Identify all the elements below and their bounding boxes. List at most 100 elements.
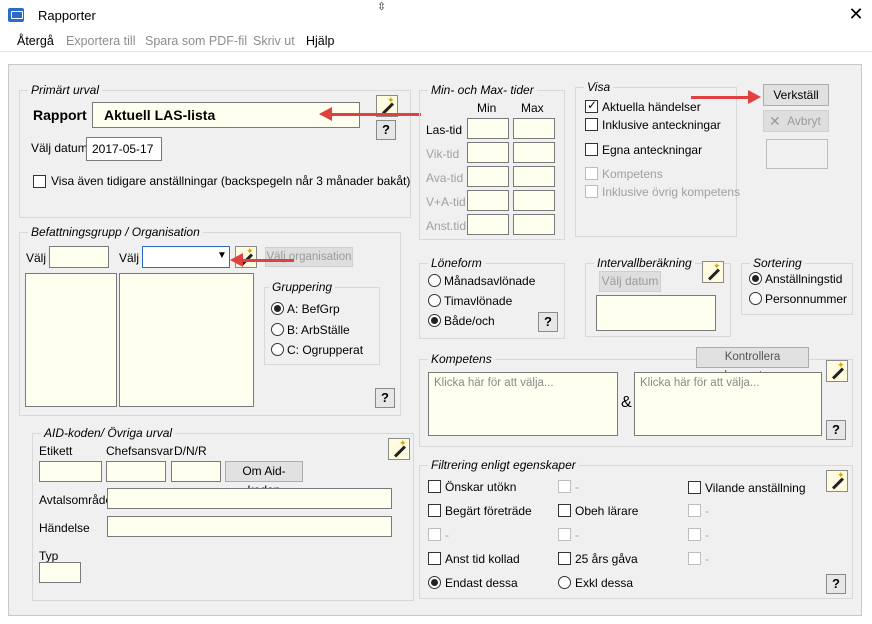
filter-checkbox[interactable] <box>688 481 701 494</box>
min-input[interactable] <box>467 118 509 139</box>
grouping-label: B: ArbStälle <box>287 323 350 337</box>
status-box <box>766 139 828 169</box>
max-input[interactable] <box>513 190 555 211</box>
sortering-radio[interactable] <box>749 272 762 285</box>
menu-atergaa[interactable]: Återgå <box>17 34 54 48</box>
cancel-button[interactable]: ✕ Avbryt <box>763 110 829 132</box>
intervall-input[interactable] <box>596 295 716 331</box>
org-button[interactable]: Välj organisation <box>265 247 353 267</box>
help-button[interactable]: ? <box>538 312 558 332</box>
help-button[interactable]: ? <box>826 574 846 594</box>
magic-wand-icon[interactable] <box>388 438 410 460</box>
filter-checkbox[interactable] <box>558 528 571 541</box>
sortering-radio[interactable] <box>749 292 762 305</box>
intervall-date-button[interactable]: Välj datum <box>599 271 661 292</box>
grouping-radio[interactable] <box>271 302 284 315</box>
filter-checkbox[interactable] <box>428 528 441 541</box>
typ-input[interactable] <box>39 562 81 583</box>
filter-checkbox[interactable] <box>558 504 571 517</box>
loneform-radio[interactable] <box>428 274 441 287</box>
handelse-input[interactable] <box>107 516 392 537</box>
close-icon[interactable]: ✕ <box>846 4 866 24</box>
max-input[interactable] <box>513 214 555 235</box>
chefsansvar-label: Chefsansvar <box>106 444 174 458</box>
grouping-radio[interactable] <box>271 323 284 336</box>
filter-radio-endast[interactable] <box>428 576 441 589</box>
date-label: Välj datum <box>31 141 88 155</box>
valj-label: Välj <box>119 251 140 265</box>
visa-checkbox[interactable] <box>585 118 598 131</box>
filter-radio-exkl[interactable] <box>558 576 571 589</box>
kompetens-field[interactable]: Klicka här för att välja... <box>634 372 822 436</box>
filter-checkbox[interactable] <box>558 480 571 493</box>
visa-checkbox[interactable] <box>585 98 598 113</box>
filter-checkbox[interactable] <box>688 528 701 541</box>
help-button[interactable]: ? <box>375 388 395 408</box>
org-list[interactable] <box>119 273 254 407</box>
grouping-radio[interactable] <box>271 343 284 356</box>
org-dropdown[interactable]: ▼ <box>142 246 230 268</box>
max-input[interactable] <box>513 118 555 139</box>
filter-label: - <box>705 528 709 542</box>
visa-checkbox[interactable] <box>585 167 598 180</box>
visa-label: Egna anteckningar <box>602 143 703 157</box>
check-kompetens-button[interactable]: Kontrollera kompetens <box>696 347 809 382</box>
etikett-input[interactable] <box>39 461 102 482</box>
magic-wand-icon[interactable] <box>826 470 848 492</box>
date-value: 2017-05-17 <box>92 142 154 156</box>
filter-label: - <box>705 504 709 518</box>
chefsansvar-input[interactable] <box>106 461 166 482</box>
filter-label: Önskar utökn <box>445 480 517 494</box>
filter-label: - <box>445 528 449 542</box>
filter-checkbox[interactable] <box>428 552 441 565</box>
sortering-label: Anställningstid <box>765 272 843 286</box>
help-button[interactable]: ? <box>376 120 396 140</box>
filter-checkbox[interactable] <box>688 552 701 565</box>
min-input[interactable] <box>467 166 509 187</box>
help-button[interactable]: ? <box>826 420 846 440</box>
apply-button[interactable]: Verkställ <box>763 84 829 106</box>
menu-hjalp[interactable]: Hjälp <box>306 34 335 48</box>
app-icon <box>8 8 24 22</box>
dnr-input[interactable] <box>171 461 221 482</box>
grouping-title: Gruppering <box>269 280 336 294</box>
annotation-arrow <box>691 90 761 104</box>
history-checkbox[interactable] <box>33 175 46 188</box>
min-input[interactable] <box>467 190 509 211</box>
filter-label: Begärt företräde <box>445 504 532 518</box>
typ-label: Typ <box>39 549 59 563</box>
min-input[interactable] <box>467 142 509 163</box>
menu-spara-pdf[interactable]: Spara som PDF-fil <box>145 34 247 48</box>
visa-label: Inklusive anteckningar <box>602 118 721 132</box>
grouping-group: Gruppering A: BefGrp B: ArbStälle C: Ogr… <box>264 280 380 365</box>
aid-info-button[interactable]: Om Aid-koden <box>225 461 303 497</box>
amp-separator: & <box>621 394 632 411</box>
filter-checkbox[interactable] <box>688 504 701 517</box>
max-input[interactable] <box>513 166 555 187</box>
grouping-label: A: BefGrp <box>287 302 340 316</box>
kompetens-placeholder: Klicka här för att välja... <box>434 377 554 389</box>
max-input[interactable] <box>513 142 555 163</box>
kompetens-group: Kompetens Kontrollera kompetens Klicka h… <box>419 347 853 447</box>
filter-checkbox[interactable] <box>558 552 571 565</box>
filter-label: - <box>575 480 579 494</box>
loneform-radio[interactable] <box>428 294 441 307</box>
menu-skriv-ut[interactable]: Skriv ut <box>253 34 295 48</box>
avtalsomrade-input[interactable] <box>107 488 392 509</box>
kompetens-field[interactable]: Klicka här för att välja... <box>428 372 618 436</box>
visa-checkbox[interactable] <box>585 185 598 198</box>
visa-checkbox[interactable] <box>585 143 598 156</box>
rapport-label: Rapport <box>33 107 87 123</box>
loneform-radio[interactable] <box>428 314 441 327</box>
befgrp-list[interactable] <box>25 273 117 407</box>
befgrp-input[interactable] <box>49 246 109 268</box>
loneform-group: Löneform Månadsavlönade Timavlönade Både… <box>419 256 565 339</box>
magic-wand-icon[interactable] <box>702 261 724 283</box>
dnr-label: D/N/R <box>174 444 207 458</box>
magic-wand-icon[interactable] <box>826 360 848 382</box>
min-input[interactable] <box>467 214 509 235</box>
date-input[interactable]: 2017-05-17 <box>86 137 162 161</box>
menu-exportera[interactable]: Exportera till <box>66 34 135 48</box>
filter-checkbox[interactable] <box>428 504 441 517</box>
filter-checkbox[interactable] <box>428 480 441 493</box>
